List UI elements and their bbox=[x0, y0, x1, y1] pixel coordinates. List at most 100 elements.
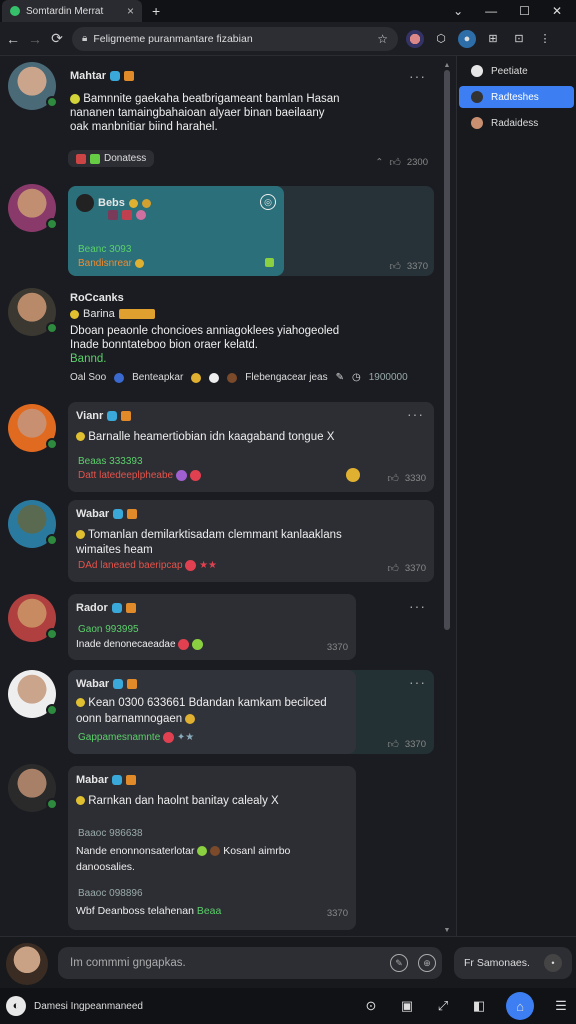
feed: Mahtar ··· Bamnnite gaekaha beatbrigamea… bbox=[0, 56, 440, 936]
arrow-right-icon[interactable]: → bbox=[28, 31, 42, 47]
emoji-icon bbox=[76, 796, 85, 806]
sidebar-item-radaidess[interactable]: Radaidess bbox=[459, 112, 574, 134]
more-icon[interactable]: ··· bbox=[409, 598, 426, 614]
highlight-card[interactable]: Bebs ◎ Beanc 3093 Bandisnrear bbox=[68, 186, 284, 276]
avatar[interactable] bbox=[8, 404, 58, 452]
arrow-left-icon[interactable]: ← bbox=[6, 31, 20, 47]
account-icon[interactable]: ● bbox=[458, 29, 476, 48]
emoji-icon bbox=[122, 210, 132, 220]
post-text: oonn barnamnogaen bbox=[76, 712, 196, 726]
avatar[interactable] bbox=[8, 594, 58, 642]
emoji-icon bbox=[192, 638, 204, 650]
translate-icon[interactable]: ⊡ bbox=[510, 30, 528, 48]
post-card[interactable]: Wabar Kean 0300 633661 Bdandan kamkam be… bbox=[68, 670, 356, 754]
avatar[interactable] bbox=[8, 500, 58, 548]
mini-avatar bbox=[76, 194, 94, 212]
info-icon[interactable]: ◎ bbox=[260, 194, 276, 210]
chevron-up-icon[interactable]: ⌃ bbox=[375, 157, 383, 168]
chip-label: Donatess bbox=[104, 153, 147, 164]
post-text-line: nananen tamaingbahaioan alyaer binan bae… bbox=[70, 107, 325, 119]
like-icon[interactable]: 👍︎ bbox=[387, 738, 399, 751]
avatar[interactable] bbox=[6, 943, 48, 985]
post-text-line: Inade denonecaeadae bbox=[76, 639, 176, 650]
settings-icon[interactable]: • bbox=[544, 954, 562, 972]
address-text: Feligmeme puranmantare fizabian bbox=[93, 32, 253, 45]
compass-icon[interactable]: ⊙ bbox=[362, 997, 380, 1015]
tab-close-icon[interactable]: × bbox=[127, 4, 134, 18]
home-icon[interactable]: ⌂ bbox=[506, 992, 534, 1020]
menu-lines-icon[interactable]: ☰ bbox=[552, 997, 570, 1015]
chevron-down-icon[interactable]: ⌄ bbox=[453, 4, 463, 18]
more-icon[interactable]: ··· bbox=[409, 68, 426, 84]
feed-scrollbar[interactable]: ▲ ▼ bbox=[443, 62, 451, 934]
avatar[interactable] bbox=[8, 184, 58, 232]
like-count: 3370 bbox=[404, 739, 426, 750]
new-tab-icon[interactable]: + bbox=[152, 3, 160, 19]
right-composer[interactable]: Fr Samonaes. • bbox=[454, 947, 572, 979]
avatar[interactable] bbox=[8, 288, 58, 336]
menu-icon[interactable]: ⋮ bbox=[536, 30, 554, 48]
scroll-up-icon[interactable]: ▲ bbox=[443, 62, 451, 69]
send-icon[interactable]: ⊕ bbox=[418, 954, 436, 972]
sidebar-item-peetiate[interactable]: Peetiate bbox=[459, 60, 574, 82]
emoji-icon bbox=[70, 93, 80, 104]
post-card[interactable]: Wabar Tomanlan demilarktisadam clemmant … bbox=[68, 500, 434, 582]
extension-icon[interactable]: ⬡ bbox=[432, 30, 450, 48]
post-author[interactable]: Rador bbox=[76, 602, 108, 614]
browser-tab[interactable]: Somtardin Merrat × bbox=[2, 0, 142, 22]
scroll-thumb[interactable] bbox=[444, 70, 450, 630]
post-author[interactable]: Vianr bbox=[76, 410, 103, 422]
footer-link[interactable]: Flebengacear jeas bbox=[245, 372, 327, 383]
post-card[interactable]: Mabar Rarnkan dan haolnt banitay calealy… bbox=[68, 766, 356, 930]
post-body: Dboan peaonle choncioes anniagoklees yia… bbox=[70, 324, 430, 366]
post-meta: Gappamesnamnte ✦★ bbox=[78, 732, 194, 743]
emoji-icon bbox=[128, 198, 138, 208]
footer-link[interactable]: Benteapkar bbox=[132, 372, 183, 383]
post-author[interactable]: RoCcanks bbox=[70, 292, 124, 304]
post-author[interactable]: Wabar bbox=[76, 678, 109, 690]
bottom-icons: ⊙ ▣ ⤢ ◧ ⌂ ☰ bbox=[362, 992, 570, 1020]
post-author[interactable]: Wabar bbox=[76, 508, 109, 520]
reaction-chip[interactable]: Donatess bbox=[68, 150, 155, 167]
address-bar[interactable]: 🔒︎ Feligmeme puranmantare fizabian ☆ bbox=[72, 26, 398, 51]
footer-link[interactable]: Oal Soo bbox=[70, 372, 106, 383]
post-card[interactable]: Vianr ··· Barnalle heamertiobian idn kaa… bbox=[68, 402, 434, 492]
more-icon[interactable]: ··· bbox=[409, 674, 426, 690]
like-icon[interactable]: 👍︎ bbox=[389, 156, 401, 169]
more-icon[interactable]: ··· bbox=[407, 406, 424, 422]
app-logo-icon[interactable]: ◐ bbox=[6, 996, 26, 1016]
like-icon[interactable]: 👍︎ bbox=[387, 562, 399, 575]
grid-icon[interactable]: ⊞ bbox=[484, 30, 502, 48]
avatar[interactable] bbox=[8, 670, 58, 718]
pencil-icon[interactable]: ✎ bbox=[336, 372, 344, 383]
like-icon[interactable]: 👍︎ bbox=[389, 260, 401, 273]
sidebar-item-radteshes[interactable]: Radteshes bbox=[459, 86, 574, 108]
close-icon[interactable]: ✕ bbox=[552, 4, 562, 18]
like-count: 3370 bbox=[326, 642, 348, 653]
comment-input[interactable]: Im commmi gngapkas. bbox=[58, 947, 442, 979]
post-card[interactable]: Rador Gaon 993995 Inade denonecaeadae 33… bbox=[68, 594, 356, 660]
post-author[interactable]: Mahtar bbox=[70, 70, 106, 82]
avatar[interactable] bbox=[8, 764, 58, 812]
post-author[interactable]: Bebs bbox=[98, 197, 125, 209]
profile-avatar-icon[interactable] bbox=[406, 29, 424, 48]
like-icon[interactable]: 👍︎ bbox=[387, 472, 399, 485]
minimize-icon[interactable]: — bbox=[485, 4, 497, 18]
emoji-row bbox=[108, 210, 146, 220]
star-icon[interactable]: ☆ bbox=[377, 32, 388, 46]
square-icon[interactable]: ▣ bbox=[398, 997, 416, 1015]
post-author[interactable]: Mabar bbox=[76, 774, 108, 786]
attach-icon[interactable]: ✎ bbox=[390, 954, 408, 972]
tab-title: Somtardin Merrat bbox=[26, 5, 104, 17]
post-text: Nande enonnonsaterlotar Kosanl aimrbo bbox=[76, 844, 290, 858]
post-text-line: Inade bonntateboo bion oraer kelatd. bbox=[70, 339, 258, 351]
post-stats: 3370 bbox=[327, 908, 348, 919]
badge-icon bbox=[121, 411, 132, 421]
scroll-down-icon[interactable]: ▼ bbox=[443, 927, 451, 934]
online-dot bbox=[46, 628, 58, 640]
maximize-icon[interactable]: ☐ bbox=[519, 4, 530, 18]
share-icon[interactable]: ⤢ bbox=[434, 997, 452, 1015]
panel-icon[interactable]: ◧ bbox=[470, 997, 488, 1015]
avatar[interactable] bbox=[8, 62, 58, 110]
reload-icon[interactable]: ⟳ bbox=[50, 30, 64, 47]
